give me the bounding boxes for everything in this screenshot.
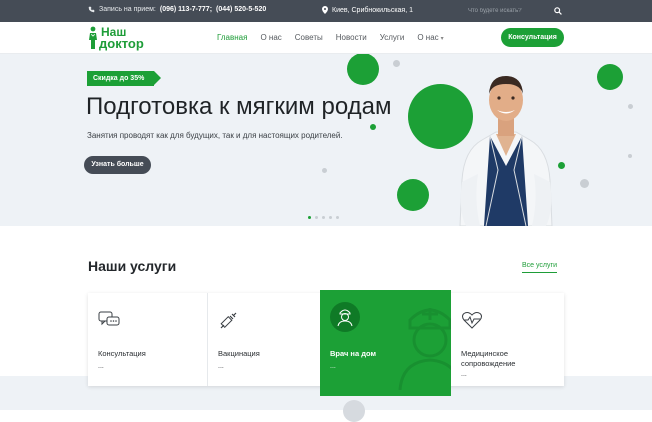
service-card-home-doctor[interactable]: Врач на дом ... [320, 290, 451, 396]
consultation-button[interactable]: Консультация [501, 28, 564, 47]
main-nav: Главная О нас Советы Новости Услуги О на… [217, 33, 457, 42]
nav-item-tips[interactable]: Советы [295, 33, 323, 42]
doctor-icon [330, 302, 360, 332]
search-box [468, 3, 566, 19]
decor-circle [628, 154, 632, 158]
logo[interactable]: Наш доктор [87, 26, 144, 50]
nav-item-services[interactable]: Услуги [380, 33, 405, 42]
decor-circle [628, 104, 633, 109]
hero-title: Подготовка к мягким родам [86, 93, 392, 120]
services-cards: Консультация ... Вакцинация ... Врач на … [88, 290, 564, 396]
main-header: Наш доктор Главная О нас Советы Новости … [0, 22, 652, 54]
search-input[interactable] [468, 3, 566, 19]
phone-icon [88, 6, 95, 13]
decor-circle [370, 124, 376, 130]
logo-figure-icon [89, 26, 97, 49]
heart-pulse-icon [462, 312, 482, 329]
service-more: ... [461, 371, 467, 378]
chat-icon [98, 311, 120, 326]
hero-banner: Скидка до 35% Подготовка к мягким родам … [0, 54, 652, 226]
slider-dot[interactable] [336, 216, 339, 219]
phone-number-2[interactable]: (044) 520-5-520 [216, 6, 266, 13]
decor-circle [597, 64, 623, 90]
discount-badge: Скидка до 35% [87, 71, 162, 86]
location-pin-icon [322, 6, 328, 14]
doctor-illustration-watermark [398, 308, 451, 390]
top-info-bar: Запись на прием: (096) 113-7-777; (044) … [0, 0, 652, 22]
nav-item-about-dropdown-label: О нас [417, 33, 439, 42]
service-name: Врач на дом [330, 349, 376, 358]
slider-dot[interactable] [329, 216, 332, 219]
service-name: Медицинское сопровождение [461, 349, 516, 368]
address-info: Киев, Срибнокильская, 1 [322, 6, 413, 14]
nav-item-about[interactable]: О нас [260, 33, 281, 42]
doctor-photo [459, 76, 553, 226]
hero-subtitle: Занятия проводят как для будущих, так и … [87, 131, 343, 140]
nav-item-news[interactable]: Новости [336, 33, 367, 42]
decor-circle [580, 179, 589, 188]
slider-dot[interactable] [308, 216, 311, 219]
logo-text-line2: доктор [99, 36, 144, 51]
syringe-icon [220, 312, 237, 329]
service-card-medical-support[interactable]: Медицинское сопровождение ... [451, 293, 564, 386]
decor-circle [343, 400, 365, 422]
phone-info: Запись на прием: (096) 113-7-777; (044) … [88, 6, 266, 13]
service-more: ... [98, 363, 104, 370]
nav-item-home[interactable]: Главная [217, 33, 247, 42]
chevron-down-icon: ▾ [440, 36, 444, 42]
service-name: Консультация [98, 349, 146, 358]
slider-dot[interactable] [315, 216, 318, 219]
nav-item-about-dropdown[interactable]: О нас ▾ [417, 33, 443, 42]
service-card-consultation[interactable]: Консультация ... [88, 293, 208, 386]
decor-circle [347, 54, 379, 85]
search-icon[interactable] [554, 7, 562, 15]
address-text: Киев, Срибнокильская, 1 [332, 6, 414, 14]
decor-circle [397, 179, 429, 211]
service-more: ... [218, 363, 224, 370]
services-title: Наши услуги [88, 258, 177, 274]
phone-number-1[interactable]: (096) 113-7-777; [160, 6, 212, 13]
service-name: Вакцинация [218, 349, 260, 358]
decor-circle [393, 60, 400, 67]
learn-more-button[interactable]: Узнать больше [84, 156, 151, 174]
slider-dots [308, 216, 339, 219]
decor-circle [322, 168, 327, 173]
all-services-link[interactable]: Все услуги [522, 262, 557, 273]
service-more: ... [330, 363, 336, 370]
service-card-vaccination[interactable]: Вакцинация ... [208, 293, 321, 386]
slider-dot[interactable] [322, 216, 325, 219]
phone-label: Запись на прием: [99, 6, 156, 13]
